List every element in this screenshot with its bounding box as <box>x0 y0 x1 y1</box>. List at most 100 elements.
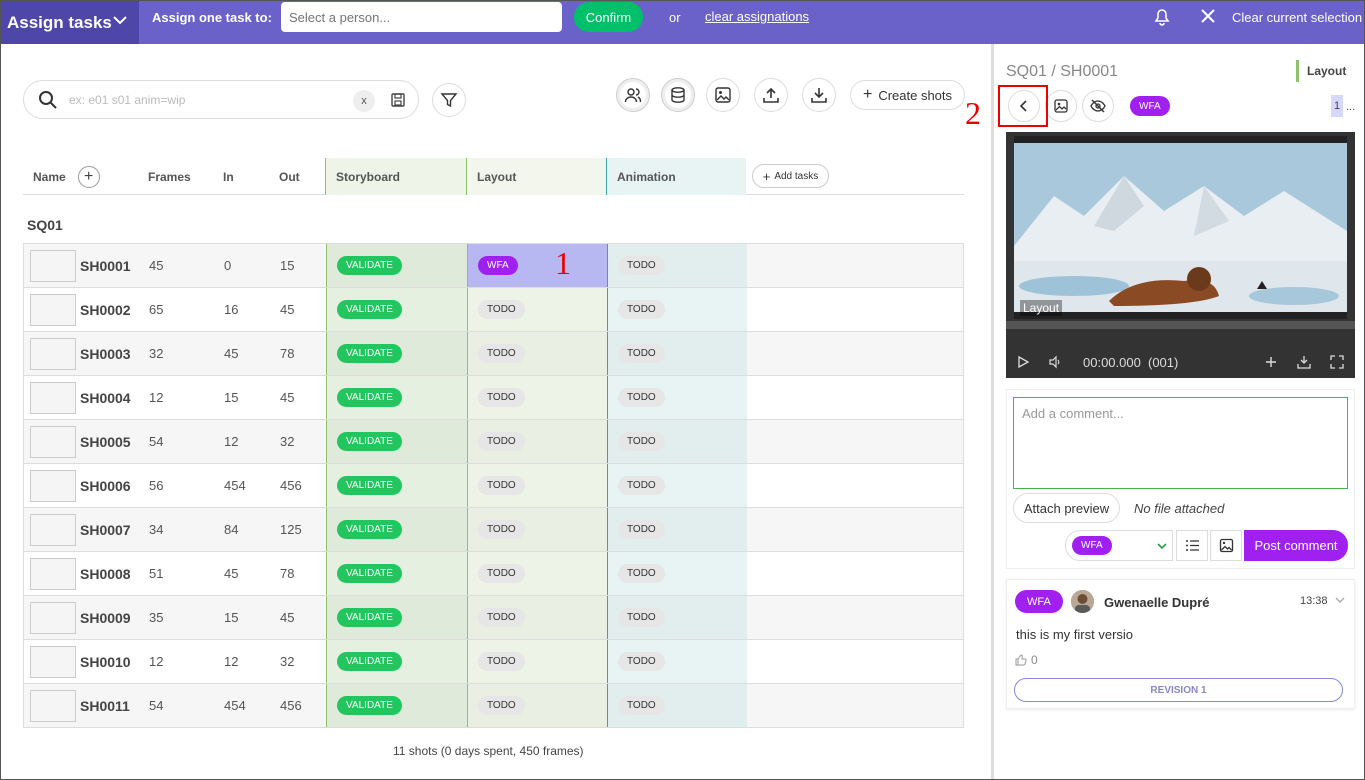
layout-cell[interactable]: TODO <box>467 464 607 507</box>
shot-name[interactable]: SH0005 <box>80 420 131 463</box>
shot-frames[interactable]: 32 <box>149 332 163 375</box>
shot-name[interactable]: SH0001 <box>80 244 131 287</box>
layout-cell[interactable]: TODO <box>467 552 607 595</box>
shot-frame-out[interactable]: 78 <box>280 552 294 595</box>
shot-frame-out[interactable]: 32 <box>280 420 294 463</box>
animation-cell[interactable]: TODO <box>607 244 747 287</box>
shot-frame-in[interactable]: 454 <box>224 684 246 727</box>
shot-thumbnail[interactable] <box>30 602 76 634</box>
assign-tasks-menu[interactable]: Assign tasks <box>1 1 139 44</box>
shot-frames[interactable]: 12 <box>149 640 163 683</box>
table-row[interactable]: SH0009 35 15 45 VALIDATE TODO TODO <box>24 596 963 640</box>
animation-cell[interactable]: TODO <box>607 288 747 331</box>
shot-frame-in[interactable]: 16 <box>224 288 238 331</box>
shot-frame-out[interactable]: 45 <box>280 376 294 419</box>
shot-frame-out[interactable]: 32 <box>280 640 294 683</box>
bell-icon[interactable] <box>1151 5 1173 27</box>
shot-frame-in[interactable]: 15 <box>224 596 238 639</box>
table-row[interactable]: SH0010 12 12 32 VALIDATE TODO TODO <box>24 640 963 684</box>
shot-frame-out[interactable]: 456 <box>280 464 302 507</box>
layout-cell[interactable]: TODO <box>467 376 607 419</box>
shot-name[interactable]: SH0008 <box>80 552 131 595</box>
fullscreen-icon[interactable] <box>1330 355 1344 369</box>
shot-frames[interactable]: 12 <box>149 376 163 419</box>
animation-cell[interactable]: TODO <box>607 552 747 595</box>
storyboard-cell[interactable]: VALIDATE <box>326 684 467 727</box>
table-row[interactable]: SH0003 32 45 78 VALIDATE TODO TODO <box>24 332 963 376</box>
comment-author[interactable]: Gwenaelle Dupré <box>1104 595 1209 610</box>
frames-header[interactable]: Frames <box>148 158 191 195</box>
layout-cell[interactable]: TODO <box>467 596 607 639</box>
out-header[interactable]: Out <box>279 158 300 195</box>
storyboard-cell[interactable]: VALIDATE <box>326 244 467 287</box>
add-tasks-button[interactable]: + Add tasks <box>752 164 829 188</box>
plus-icon[interactable] <box>1264 355 1278 369</box>
shot-thumbnail[interactable] <box>30 690 76 722</box>
shot-frame-out[interactable]: 78 <box>280 332 294 375</box>
shot-frame-in[interactable]: 45 <box>224 332 238 375</box>
attach-preview-button[interactable]: Attach preview <box>1013 493 1120 523</box>
volume-icon[interactable] <box>1048 355 1062 369</box>
storyboard-cell[interactable]: VALIDATE <box>326 332 467 375</box>
comment-textarea[interactable]: Add a comment... <box>1013 397 1348 489</box>
shot-thumbnail[interactable] <box>30 382 76 414</box>
person-select-input[interactable] <box>281 2 562 32</box>
shot-thumbnail[interactable] <box>30 514 76 546</box>
shot-frame-out[interactable]: 45 <box>280 596 294 639</box>
storyboard-cell[interactable]: VALIDATE <box>326 288 467 331</box>
shot-frame-out[interactable]: 45 <box>280 288 294 331</box>
database-toggle-button[interactable] <box>661 78 695 112</box>
chevron-down-icon[interactable] <box>111 11 129 29</box>
table-row[interactable]: SH0011 54 454 456 VALIDATE TODO TODO <box>24 684 963 728</box>
panel-divider[interactable] <box>991 44 994 779</box>
status-select[interactable]: WFA <box>1065 530 1173 561</box>
create-shots-button[interactable]: + Create shots <box>850 80 965 110</box>
clear-assignations-link[interactable]: clear assignations <box>705 9 809 24</box>
shot-thumbnail[interactable] <box>30 338 76 370</box>
storyboard-cell[interactable]: VALIDATE <box>326 464 467 507</box>
table-row[interactable]: SH0002 65 16 45 VALIDATE TODO TODO <box>24 288 963 332</box>
shot-frame-out[interactable]: 125 <box>280 508 302 551</box>
animation-cell[interactable]: TODO <box>607 464 747 507</box>
clear-search-button[interactable]: x <box>353 90 375 112</box>
table-row[interactable]: SH0006 56 454 456 VALIDATE TODO TODO <box>24 464 963 508</box>
shot-thumbnail[interactable] <box>30 250 76 282</box>
shot-frames[interactable]: 35 <box>149 596 163 639</box>
layout-cell[interactable]: TODO <box>467 420 607 463</box>
storyboard-cell[interactable]: VALIDATE <box>326 596 467 639</box>
clear-selection-button[interactable]: Clear current selection <box>1232 10 1362 25</box>
close-icon[interactable] <box>1199 7 1217 25</box>
set-thumbnail-button[interactable] <box>1045 90 1077 122</box>
layout-cell[interactable]: TODO <box>467 288 607 331</box>
shot-frames[interactable]: 54 <box>149 684 163 727</box>
table-row[interactable]: SH0001 45 0 15 VALIDATE WFA TODO <box>24 244 963 288</box>
add-metadata-button[interactable]: + <box>77 165 100 188</box>
shot-frames[interactable]: 54 <box>149 420 163 463</box>
storyboard-cell[interactable]: VALIDATE <box>326 640 467 683</box>
revision-tab[interactable]: 1 <box>1331 95 1343 117</box>
post-comment-button[interactable]: Post comment <box>1244 530 1348 561</box>
layout-cell[interactable]: TODO <box>467 332 607 375</box>
shot-frame-out[interactable]: 15 <box>280 244 294 287</box>
shot-name[interactable]: SH0010 <box>80 640 131 683</box>
shot-frame-in[interactable]: 12 <box>224 640 238 683</box>
search-input[interactable]: ex: e01 s01 anim=wip <box>69 93 185 107</box>
table-row[interactable]: SH0008 51 45 78 VALIDATE TODO TODO <box>24 552 963 596</box>
table-row[interactable]: SH0005 54 12 32 VALIDATE TODO TODO <box>24 420 963 464</box>
shot-name[interactable]: SH0003 <box>80 332 131 375</box>
shot-frame-in[interactable]: 15 <box>224 376 238 419</box>
in-header[interactable]: In <box>223 158 234 195</box>
shot-frame-in[interactable]: 454 <box>224 464 246 507</box>
animation-cell[interactable]: TODO <box>607 684 747 727</box>
shot-thumbnail[interactable] <box>30 294 76 326</box>
animation-header[interactable]: Animation <box>606 158 746 195</box>
add-attachment-button[interactable] <box>1210 530 1242 561</box>
layout-cell[interactable]: WFA <box>467 244 607 287</box>
like-button[interactable]: 0 <box>1015 653 1038 667</box>
layout-cell[interactable]: TODO <box>467 684 607 727</box>
shot-thumbnail[interactable] <box>30 646 76 678</box>
shot-name[interactable]: SH0009 <box>80 596 131 639</box>
play-icon[interactable] <box>1016 355 1030 369</box>
shot-frame-in[interactable]: 45 <box>224 552 238 595</box>
animation-cell[interactable]: TODO <box>607 640 747 683</box>
